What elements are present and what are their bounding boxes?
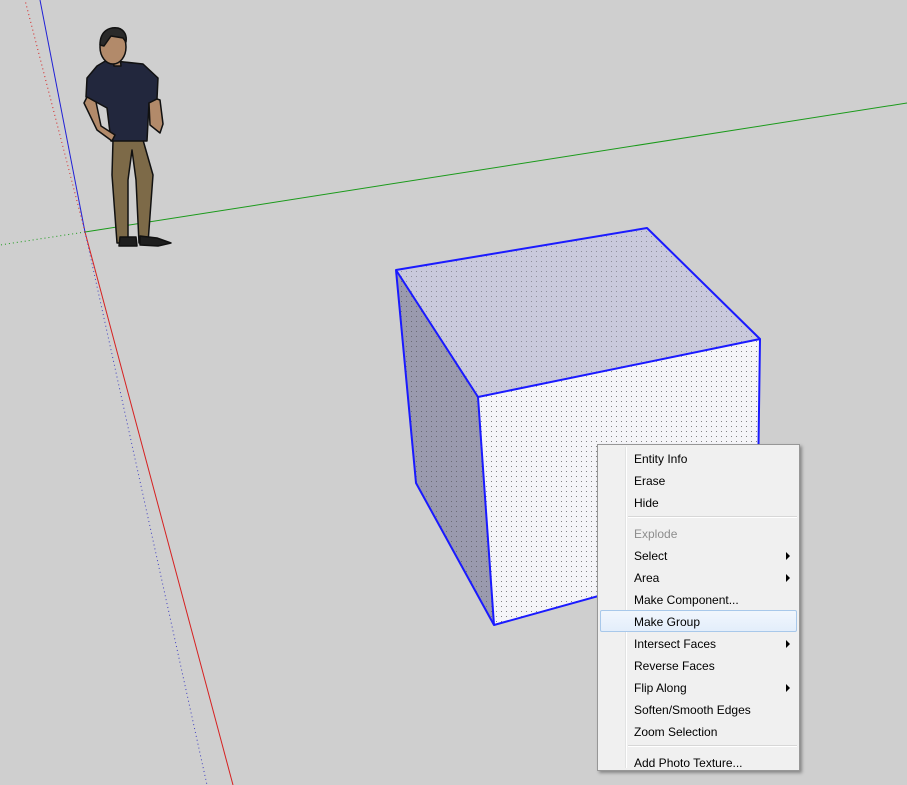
menu-item-hide[interactable]: Hide — [600, 491, 797, 513]
submenu-arrow-icon — [786, 684, 790, 692]
menu-item-label: Flip Along — [634, 681, 687, 695]
menu-item-intersect-faces[interactable]: Intersect Faces — [600, 632, 797, 654]
menu-item-make-component[interactable]: Make Component... — [600, 588, 797, 610]
menu-item-label: Zoom Selection — [634, 725, 718, 739]
menu-item-flip-along[interactable]: Flip Along — [600, 676, 797, 698]
menu-item-label: Hide — [634, 496, 659, 510]
menu-separator — [628, 516, 797, 518]
submenu-arrow-icon — [786, 640, 790, 648]
menu-item-label: Make Component... — [634, 593, 739, 607]
menu-item-select[interactable]: Select — [600, 544, 797, 566]
submenu-arrow-icon — [786, 552, 790, 560]
menu-item-label: Area — [634, 571, 660, 585]
menu-item-label: Make Group — [634, 615, 701, 629]
menu-item-zoom-selection[interactable]: Zoom Selection — [600, 720, 797, 742]
menu-item-add-photo-texture[interactable]: Add Photo Texture... — [600, 751, 797, 773]
menu-item-label: Soften/Smooth Edges — [634, 703, 751, 717]
menu-item-area[interactable]: Area — [600, 566, 797, 588]
menu-item-label: Explode — [634, 527, 678, 541]
menu-separator — [628, 745, 797, 747]
menu-item-make-group[interactable]: Make Group — [600, 610, 797, 632]
submenu-arrow-icon — [786, 574, 790, 582]
menu-item-label: Intersect Faces — [634, 637, 717, 651]
menu-item-erase[interactable]: Erase — [600, 469, 797, 491]
menu-item-label: Add Photo Texture... — [634, 756, 743, 770]
menu-item-label: Erase — [634, 474, 666, 488]
menu-item-entity-info[interactable]: Entity Info — [600, 447, 797, 469]
menu-item-reverse-faces[interactable]: Reverse Faces — [600, 654, 797, 676]
context-menu: Entity Info Erase Hide Explode Select Area Mak… — [597, 444, 800, 771]
menu-item-explode: Explode — [600, 522, 797, 544]
menu-item-label: Select — [634, 549, 668, 563]
menu-item-label: Reverse Faces — [634, 659, 715, 673]
menu-item-soften-smooth-edges[interactable]: Soften/Smooth Edges — [600, 698, 797, 720]
menu-item-label: Entity Info — [634, 452, 688, 466]
